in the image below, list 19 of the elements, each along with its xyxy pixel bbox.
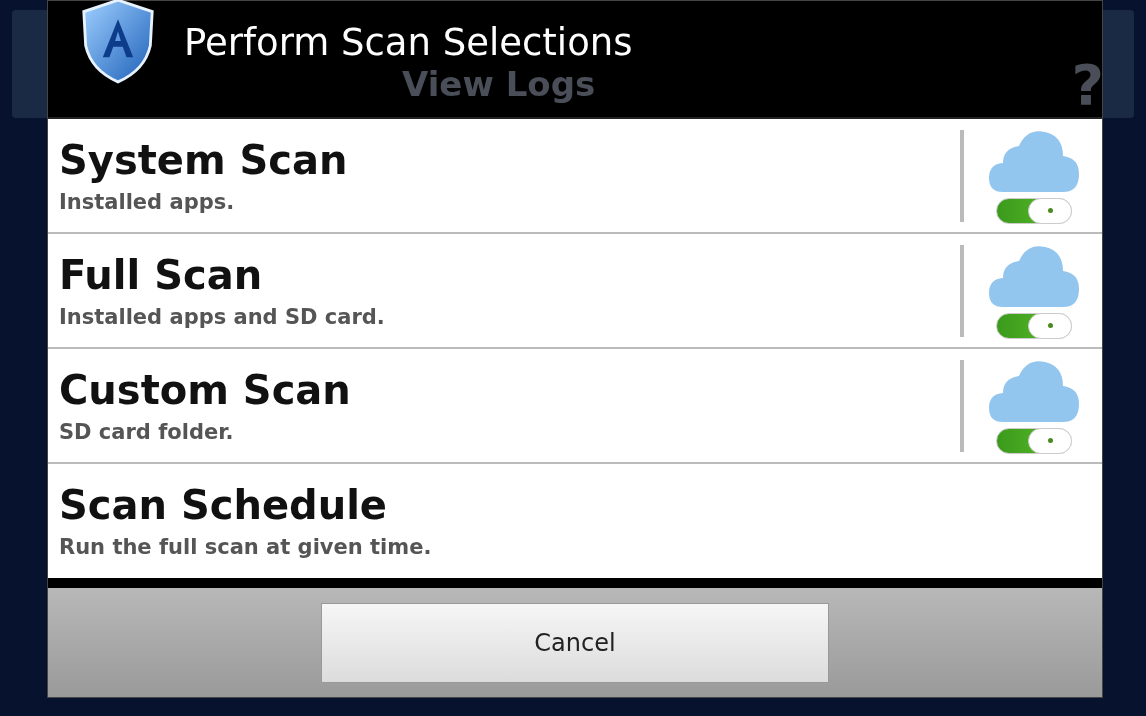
option-title: System Scan: [59, 137, 349, 182]
option-subtitle: SD card folder.: [59, 419, 235, 444]
scan-option[interactable]: Custom Scan SD card folder.: [48, 349, 1102, 464]
option-title: Full Scan: [59, 252, 264, 297]
scan-option[interactable]: Scan Schedule Run the full scan at given time.: [48, 464, 1102, 578]
toggle-switch[interactable]: [996, 197, 1072, 224]
cancel-button[interactable]: Cancel: [321, 602, 829, 683]
background-title: View Logs: [402, 64, 596, 104]
shield-icon: [80, 0, 156, 85]
scan-option[interactable]: Full Scan Installed apps and SD card.: [48, 234, 1102, 349]
option-subtitle: Run the full scan at given time.: [59, 535, 433, 559]
option-title: Custom Scan: [59, 367, 352, 412]
toggle-switch[interactable]: [996, 427, 1072, 454]
dialog-title: Perform Scan Selections: [184, 21, 633, 64]
option-subtitle: Installed apps.: [59, 189, 236, 214]
option-title: Scan Schedule: [59, 483, 388, 527]
toggle-switch[interactable]: [996, 312, 1072, 339]
scan-option[interactable]: System Scan Installed apps.: [48, 119, 1102, 234]
option-subtitle: Installed apps and SD card.: [59, 304, 386, 329]
